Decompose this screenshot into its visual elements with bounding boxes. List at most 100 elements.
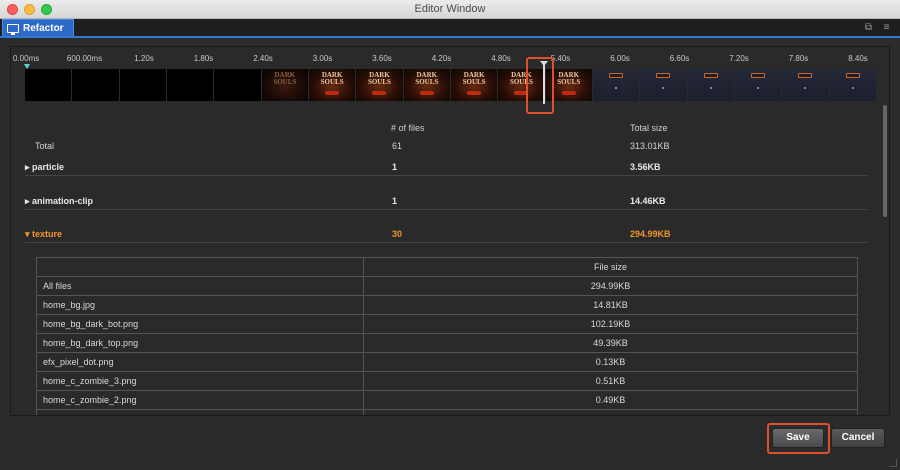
table-row[interactable]: All files 294.99KB xyxy=(37,277,857,296)
group-files: 30 xyxy=(392,229,403,239)
size-column-header: Total size xyxy=(630,123,668,133)
timeline-tick-label: 6.60s xyxy=(669,54,690,63)
divider xyxy=(25,209,867,210)
files-column-header: # of files xyxy=(391,123,425,133)
frame-thumbnail[interactable] xyxy=(119,69,167,101)
table-row[interactable]: home_bg_dark_top.png 49.39KB xyxy=(37,334,857,353)
divider xyxy=(25,242,867,243)
group-row-texture[interactable]: ▾ texture xyxy=(25,229,62,240)
scrollbar-thumb[interactable] xyxy=(883,105,887,217)
total-files: 61 xyxy=(392,141,403,151)
popout-icon[interactable]: ⧉ xyxy=(863,22,874,33)
frame-thumbnail[interactable] xyxy=(640,69,688,101)
frame-title-art: DARK SOULS xyxy=(262,72,308,86)
timeline-tick-label: 1.80s xyxy=(193,54,214,63)
frame-thumbnail[interactable] xyxy=(782,69,830,101)
frame-thumbnail[interactable] xyxy=(72,69,120,101)
timeline-tick-label: 4.80s xyxy=(491,54,511,63)
resize-grip[interactable] xyxy=(889,459,897,467)
timeline-tick-label: 0.00ms xyxy=(13,54,40,63)
frame-logo-art xyxy=(798,73,813,78)
expanded-arrow-icon: ▾ xyxy=(25,229,30,239)
timeline-tick-label: 6.00s xyxy=(610,54,630,63)
frame-logo-art xyxy=(656,73,671,78)
timeline-tick-label: 7.20s xyxy=(729,54,749,63)
file-name-cell: home_bg_dark_top.png xyxy=(37,334,364,352)
frame-dot-art xyxy=(614,87,617,89)
file-size-cell: 102.19KB xyxy=(590,319,631,329)
frame-title-art: DARK SOULS xyxy=(309,72,355,86)
frame-thumbnail[interactable] xyxy=(734,69,783,101)
group-size: 14.46KB xyxy=(630,196,666,206)
save-button-highlight xyxy=(767,423,830,454)
group-row-particle[interactable]: ▸ particle xyxy=(25,162,64,173)
frame-title-art: DARK SOULS xyxy=(451,72,497,86)
frame-thumbnail[interactable]: DARK SOULS xyxy=(403,69,451,101)
frame-thumbnail[interactable] xyxy=(25,69,73,101)
group-files: 1 xyxy=(392,162,398,172)
file-size-cell: 14.81KB xyxy=(593,300,628,310)
window-title: Editor Window xyxy=(414,3,486,15)
frame-logo-art xyxy=(751,73,766,78)
timeline-ruler[interactable]: 0.00ms 600.00ms 1.20s 1.80s 2.40s 3.00s 3.60s 4… xyxy=(11,47,889,69)
frame-thumbnail[interactable] xyxy=(592,69,641,101)
file-size-cell: 0.35KB xyxy=(364,410,857,415)
frame-play-button-art xyxy=(325,91,340,95)
group-name: animation-clip xyxy=(32,196,94,206)
title-bar: Editor Window xyxy=(0,0,900,19)
frame-subtitle-text: SOULS xyxy=(462,78,486,86)
timeline-tick-label: 2.40s xyxy=(253,54,273,63)
frame-subtitle-text: SOULS xyxy=(273,78,297,86)
file-size-header: File size xyxy=(593,262,627,272)
file-name-cell: home_c_zombie_2.png xyxy=(37,391,364,409)
file-size-cell: 294.99KB xyxy=(590,281,631,291)
file-name-cell: home_bg.jpg xyxy=(37,296,364,314)
table-row[interactable]: home_bg.jpg 14.81KB xyxy=(37,296,857,315)
frame-title-art: DARK SOULS xyxy=(356,72,402,86)
group-files: 1 xyxy=(392,196,398,206)
file-size-cell: 0.51KB xyxy=(595,376,626,386)
file-name-cell: home_bg_dark_bot.png xyxy=(37,315,364,333)
frame-logo-art xyxy=(609,73,624,78)
timeline-tick-label: 1.20s xyxy=(134,54,154,63)
menu-icon[interactable]: ≡ xyxy=(881,22,892,33)
timeline-tick-label: 3.60s xyxy=(372,54,392,63)
collapsed-arrow-icon: ▸ xyxy=(25,196,30,206)
file-name-cell: All files xyxy=(37,277,364,295)
tab-label: Refactor xyxy=(23,22,64,34)
timeline-tick-label: 8.40s xyxy=(848,54,868,63)
timeline-tick-label: 600.00ms xyxy=(66,54,103,63)
group-name: texture xyxy=(32,229,63,239)
frame-thumbnail[interactable] xyxy=(166,69,215,101)
frame-play-button-art xyxy=(467,91,482,95)
frame-thumbnail[interactable]: DARK SOULS xyxy=(308,69,357,101)
frame-title-art: DARK SOULS xyxy=(404,72,450,86)
group-size: 294.99KB xyxy=(630,229,671,239)
frame-play-button-art xyxy=(419,91,434,95)
playhead-highlight xyxy=(526,57,554,114)
tab-refactor[interactable]: Refactor xyxy=(2,19,74,36)
frame-thumbnail[interactable]: DARK SOULS xyxy=(450,69,499,101)
table-row[interactable]: home_c_zombie_1.png0.35KB xyxy=(37,410,857,415)
frame-thumbnail[interactable] xyxy=(214,69,262,101)
tab-bar: Refactor ⧉ ≡ xyxy=(0,19,900,38)
frame-logo-art xyxy=(845,73,860,78)
timeline-tick-label: 4.20s xyxy=(431,54,452,63)
frame-thumbnail[interactable] xyxy=(829,69,877,101)
frame-strip[interactable]: DARK SOULS DARK SOULS DARK SOULS DARK SOULS DARK… xyxy=(25,69,877,101)
frame-dot-art xyxy=(851,87,854,89)
table-row[interactable]: home_c_zombie_2.png 0.49KB xyxy=(37,391,857,410)
group-row-animation-clip[interactable]: ▸ animation-clip xyxy=(25,196,93,207)
frame-logo-art xyxy=(703,73,718,78)
frame-thumbnail[interactable]: DARK SOULS xyxy=(261,69,309,101)
frame-dot-art xyxy=(662,87,665,89)
cancel-button[interactable]: Cancel xyxy=(831,428,885,448)
table-row[interactable]: efx_pixel_dot.png 0.13KB xyxy=(37,353,857,372)
frame-thumbnail[interactable]: DARK SOULS xyxy=(356,69,404,101)
table-row[interactable]: home_bg_dark_bot.png 102.19KB xyxy=(37,315,857,334)
refactor-panel: 0.00ms 600.00ms 1.20s 1.80s 2.40s 3.00s 3.60s 4… xyxy=(10,46,890,416)
frame-thumbnail[interactable] xyxy=(687,69,735,101)
file-size-cell: 49.39KB xyxy=(593,338,628,348)
collapsed-arrow-icon: ▸ xyxy=(25,162,30,172)
table-row[interactable]: home_c_zombie_3.png 0.51KB xyxy=(37,372,857,391)
